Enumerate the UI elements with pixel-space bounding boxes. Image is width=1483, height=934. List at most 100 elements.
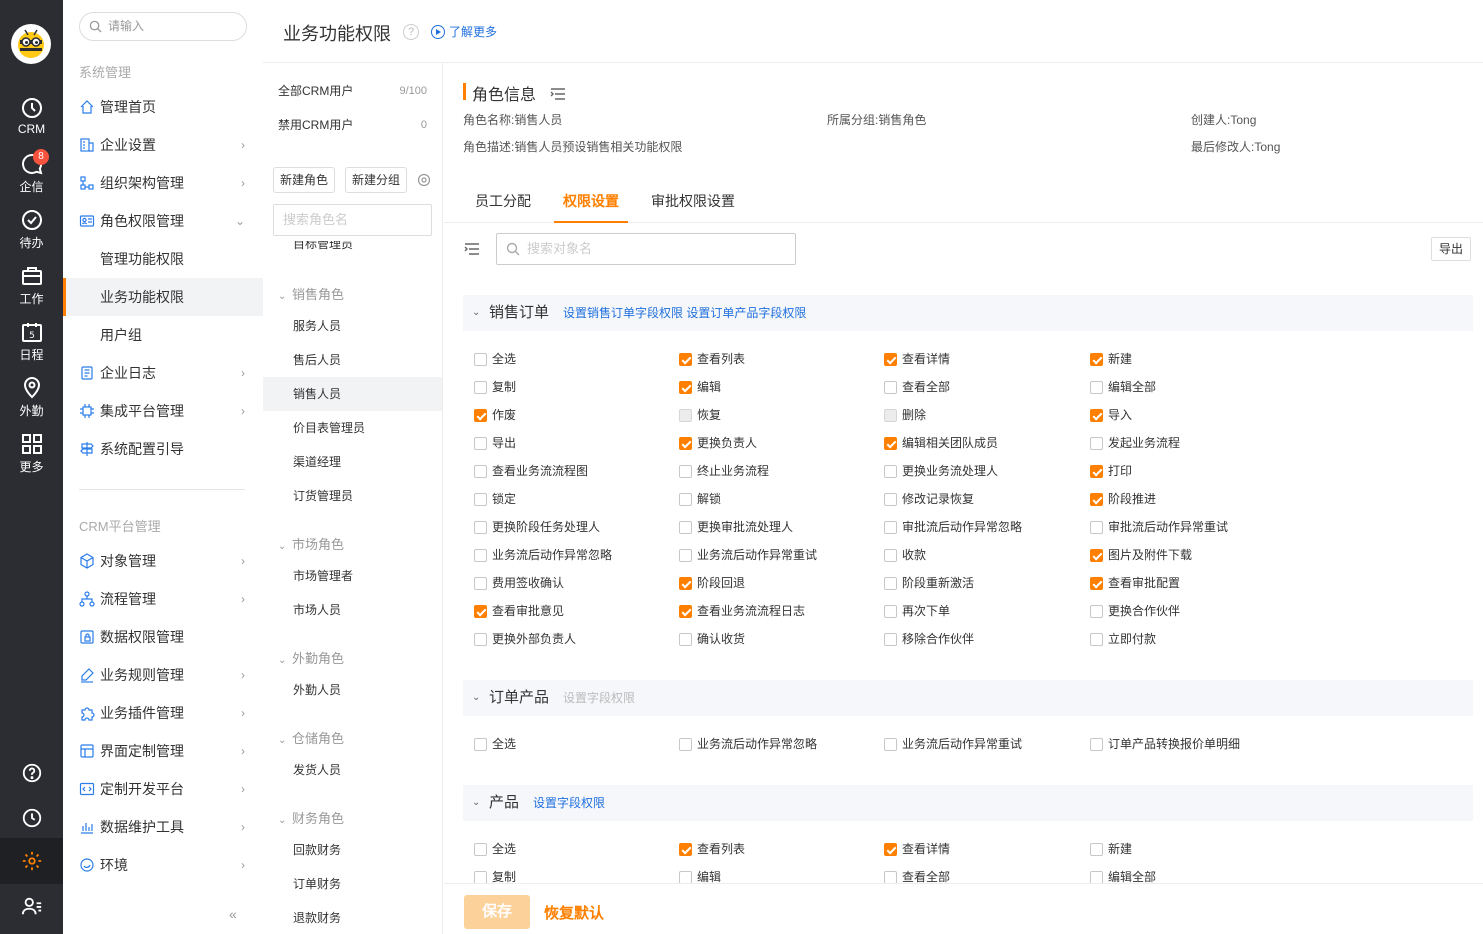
checkbox-box[interactable]	[679, 843, 692, 856]
checkbox-box[interactable]	[679, 409, 692, 422]
permission-checkbox[interactable]: 更换负责人	[679, 435, 757, 453]
role-item[interactable]: 订货管理员	[263, 479, 442, 513]
new-group-button[interactable]: 新建分组	[345, 167, 408, 193]
checkbox-box[interactable]	[884, 409, 897, 422]
checkbox-box[interactable]	[884, 843, 897, 856]
new-role-button[interactable]: 新建角色	[273, 167, 336, 193]
permission-checkbox[interactable]: 全选	[474, 736, 516, 754]
permission-checkbox[interactable]: 导出	[474, 435, 516, 453]
sidebar-item[interactable]: 角色权限管理 ⌄	[63, 202, 263, 240]
checkbox-box[interactable]	[1090, 577, 1103, 590]
role-group-header[interactable]: ⌄ 财务角色	[278, 808, 344, 827]
checkbox-box[interactable]	[679, 521, 692, 534]
role-item[interactable]: 订单财务	[263, 867, 442, 901]
checkbox-box[interactable]	[679, 353, 692, 366]
checkbox-box[interactable]	[474, 437, 487, 450]
role-group-header[interactable]: ⌄ 销售角色	[278, 284, 344, 303]
role-item[interactable]: 发货人员	[263, 753, 442, 787]
rail-chat[interactable]: 企信 8	[0, 149, 63, 208]
role-item[interactable]: 服务人员	[263, 309, 442, 343]
permission-checkbox[interactable]: 移除合作伙伴	[884, 631, 974, 649]
checkbox-box[interactable]	[884, 465, 897, 478]
sidebar-item[interactable]: 流程管理 ›	[63, 580, 263, 618]
tab-approval[interactable]: 审批权限设置	[651, 191, 735, 223]
checkbox-box[interactable]	[474, 605, 487, 618]
sidebar-search-input[interactable]: 请输入	[79, 12, 247, 41]
checkbox-box[interactable]	[474, 353, 487, 366]
sidebar-item[interactable]: 集成平台管理 ›	[63, 392, 263, 430]
field-permission-link[interactable]: 设置字段权限	[563, 691, 635, 705]
list-toggle-icon[interactable]	[550, 87, 566, 101]
all-crm-users[interactable]: 全部CRM用户 9/100	[263, 74, 442, 108]
rail-more[interactable]: 更多	[0, 432, 63, 488]
checkbox-box[interactable]	[884, 605, 897, 618]
role-item-partial[interactable]: 目标管理员	[293, 241, 353, 251]
app-logo[interactable]	[11, 24, 51, 64]
permission-checkbox[interactable]: 查看审批意见	[474, 603, 564, 621]
checkbox-box[interactable]	[1090, 633, 1103, 646]
permission-checkbox[interactable]: 编辑	[679, 379, 721, 397]
permission-checkbox[interactable]: 查看列表	[679, 841, 745, 859]
permission-checkbox[interactable]: 修改记录恢复	[884, 491, 974, 509]
sidebar-item[interactable]: 环境 ›	[63, 846, 263, 884]
sidebar-item[interactable]: 数据维护工具 ›	[63, 808, 263, 846]
sidebar-item[interactable]: 管理首页	[63, 88, 263, 126]
field-permission-link[interactable]: 设置订单产品字段权限	[686, 306, 806, 320]
permission-checkbox[interactable]: 业务流后动作异常忽略	[474, 547, 612, 565]
sidebar-item[interactable]: 界面定制管理 ›	[63, 732, 263, 770]
checkbox-box[interactable]	[474, 409, 487, 422]
restore-default-button[interactable]: 恢复默认	[544, 902, 604, 923]
settings-button[interactable]	[0, 838, 63, 884]
permission-checkbox[interactable]: 业务流后动作异常重试	[679, 547, 817, 565]
permission-checkbox[interactable]: 全选	[474, 351, 516, 369]
checkbox-box[interactable]	[1090, 521, 1103, 534]
role-item[interactable]: 退款财务	[263, 901, 442, 934]
role-item[interactable]: 市场管理者	[263, 559, 442, 593]
permission-checkbox[interactable]: 确认收货	[679, 631, 745, 649]
checkbox-box[interactable]	[474, 738, 487, 751]
permission-checkbox[interactable]: 解锁	[679, 491, 721, 509]
permission-checkbox[interactable]: 更换业务流处理人	[884, 463, 998, 481]
sidebar-item[interactable]: 数据权限管理	[63, 618, 263, 656]
checkbox-box[interactable]	[884, 577, 897, 590]
field-permission-link[interactable]: 设置销售订单字段权限	[563, 306, 683, 320]
permission-checkbox[interactable]: 审批流后动作异常忽略	[884, 519, 1022, 537]
permission-checkbox[interactable]: 编辑相关团队成员	[884, 435, 998, 453]
role-settings-gear-icon[interactable]	[417, 173, 431, 187]
checkbox-box[interactable]	[1090, 493, 1103, 506]
save-button[interactable]: 保存	[464, 895, 530, 929]
checkbox-box[interactable]	[884, 437, 897, 450]
checkbox-box[interactable]	[679, 633, 692, 646]
sidebar-item[interactable]: 企业设置 ›	[63, 126, 263, 164]
checkbox-box[interactable]	[474, 577, 487, 590]
checkbox-box[interactable]	[474, 465, 487, 478]
rail-field[interactable]: 外勤	[0, 376, 63, 432]
permission-checkbox[interactable]: 费用签收确认	[474, 575, 564, 593]
checkbox-box[interactable]	[1090, 465, 1103, 478]
sidebar-subitem[interactable]: 管理功能权限	[63, 240, 263, 278]
permission-checkbox[interactable]: 业务流后动作异常重试	[884, 736, 1022, 754]
checkbox-box[interactable]	[1090, 409, 1103, 422]
sidebar-subitem[interactable]: 业务功能权限	[63, 278, 263, 316]
sidebar-subitem[interactable]: 用户组	[63, 316, 263, 354]
sidebar-item[interactable]: 业务插件管理 ›	[63, 694, 263, 732]
permission-checkbox[interactable]: 终止业务流程	[679, 463, 769, 481]
tab-permission[interactable]: 权限设置	[554, 191, 628, 223]
permission-checkbox[interactable]: 收款	[884, 547, 926, 565]
role-group-header[interactable]: ⌄ 仓储角色	[278, 728, 344, 747]
permission-checkbox[interactable]: 全选	[474, 841, 516, 859]
checkbox-box[interactable]	[679, 465, 692, 478]
learn-more-link[interactable]: 了解更多	[431, 23, 497, 40]
history-button[interactable]	[0, 795, 63, 841]
permission-checkbox[interactable]: 阶段重新激活	[884, 575, 974, 593]
permission-section-header[interactable]: ⌄ 订单产品 设置字段权限	[463, 680, 1473, 716]
checkbox-box[interactable]	[1090, 381, 1103, 394]
checkbox-box[interactable]	[679, 493, 692, 506]
role-item[interactable]: 外勤人员	[263, 673, 442, 707]
role-item[interactable]: 回款财务	[263, 833, 442, 867]
permission-checkbox[interactable]: 更换审批流处理人	[679, 519, 793, 537]
permission-checkbox[interactable]: 审批流后动作异常重试	[1090, 519, 1228, 537]
help-icon[interactable]: ?	[403, 24, 419, 40]
role-group-header[interactable]: ⌄ 外勤角色	[278, 648, 344, 667]
profile-button[interactable]	[0, 883, 63, 929]
